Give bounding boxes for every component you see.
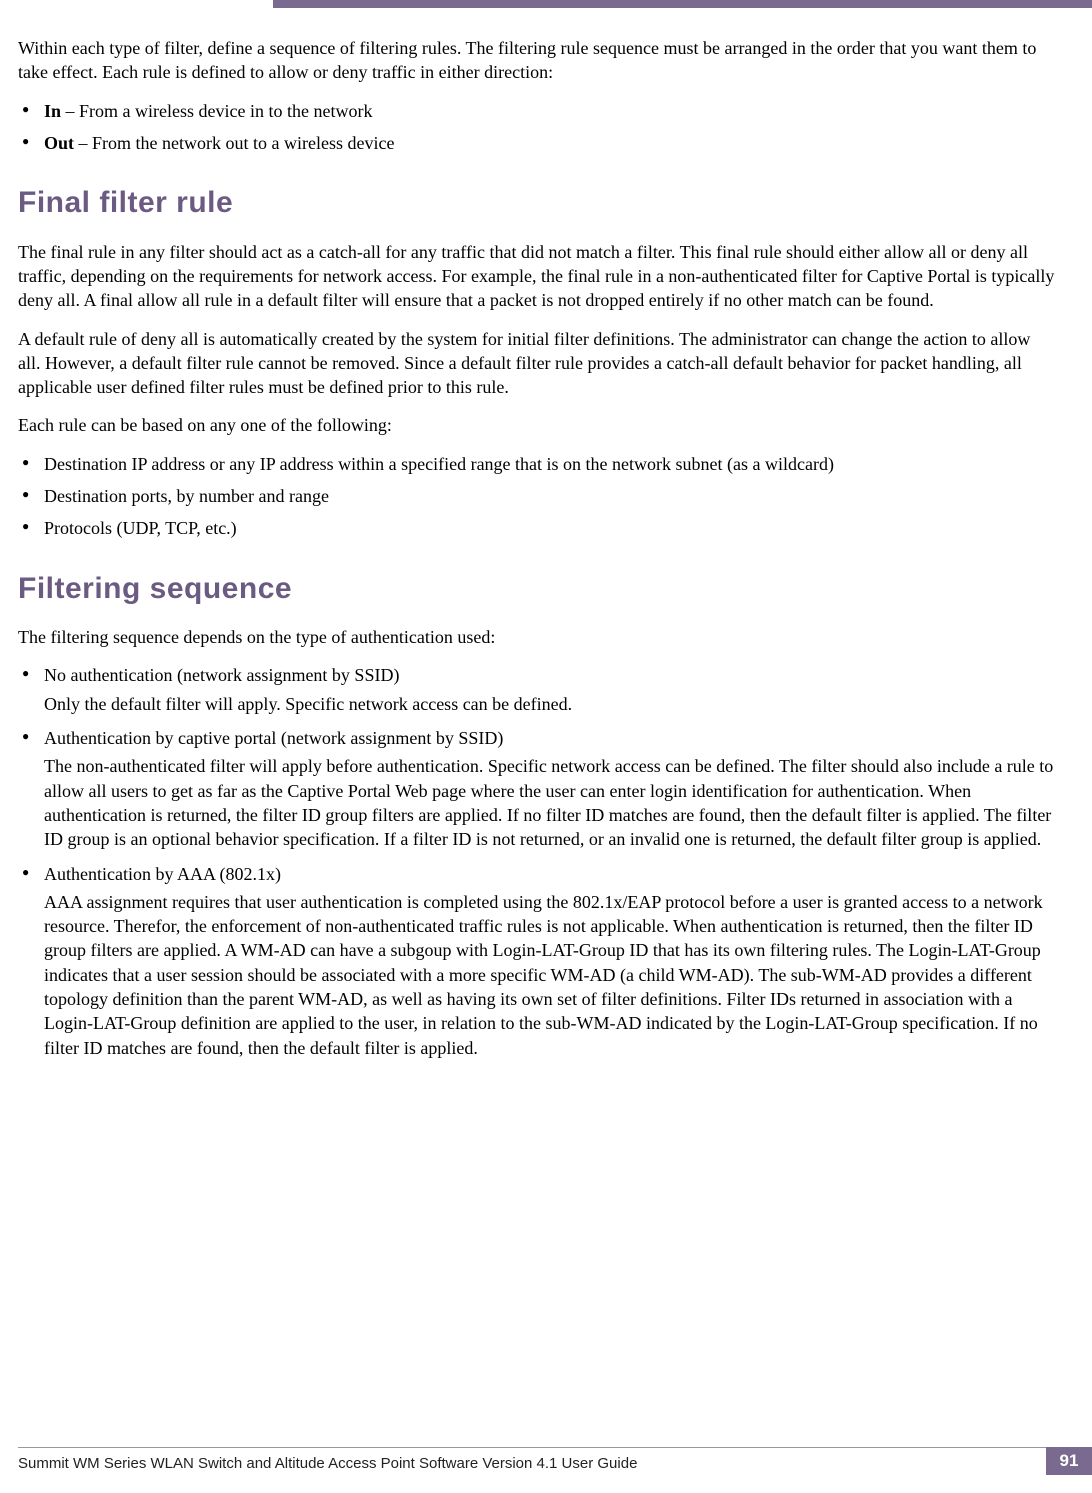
body-paragraph: Each rule can be based on any one of the… [18,413,1056,437]
list-bold: Out [44,133,74,153]
list-item: Protocols (UDP, TCP, etc.) [18,516,1056,540]
page-content: Within each type of filter, define a seq… [18,36,1074,1060]
body-paragraph: The filtering sequence depends on the ty… [18,625,1056,649]
list-body: Only the default filter will apply. Spec… [44,692,1056,716]
header-accent-bar [273,0,1092,8]
rule-criteria-list: Destination IP address or any IP address… [18,452,1056,541]
list-text: – From a wireless device in to the netwo… [61,101,372,121]
intro-list: In – From a wireless device in to the ne… [18,99,1056,156]
list-body: AAA assignment requires that user authen… [44,890,1056,1060]
list-title: Authentication by AAA (802.1x) [44,864,281,884]
list-item: No authentication (network assignment by… [18,663,1056,716]
footer-title: Summit WM Series WLAN Switch and Altitud… [18,1454,1046,1474]
body-paragraph: The final rule in any filter should act … [18,240,1056,313]
section-heading-final-filter: Final filter rule [18,183,1056,224]
intro-paragraph: Within each type of filter, define a seq… [18,36,1056,85]
page-number: 91 [1046,1447,1092,1475]
list-item: Destination ports, by number and range [18,484,1056,508]
list-item: Destination IP address or any IP address… [18,452,1056,476]
list-text: – From the network out to a wireless dev… [74,133,394,153]
list-item: Authentication by AAA (802.1x) AAA assig… [18,862,1056,1060]
list-body: The non-authenticated filter will apply … [44,754,1056,851]
list-title: No authentication (network assignment by… [44,665,399,685]
list-item: Authentication by captive portal (networ… [18,726,1056,851]
list-item: Out – From the network out to a wireless… [18,131,1056,155]
page-footer: Summit WM Series WLAN Switch and Altitud… [18,1447,1092,1475]
body-paragraph: A default rule of deny all is automatica… [18,327,1056,400]
list-bold: In [44,101,61,121]
list-item: In – From a wireless device in to the ne… [18,99,1056,123]
list-title: Authentication by captive portal (networ… [44,728,503,748]
auth-type-list: No authentication (network assignment by… [18,663,1056,1059]
section-heading-filtering-sequence: Filtering sequence [18,569,1056,610]
